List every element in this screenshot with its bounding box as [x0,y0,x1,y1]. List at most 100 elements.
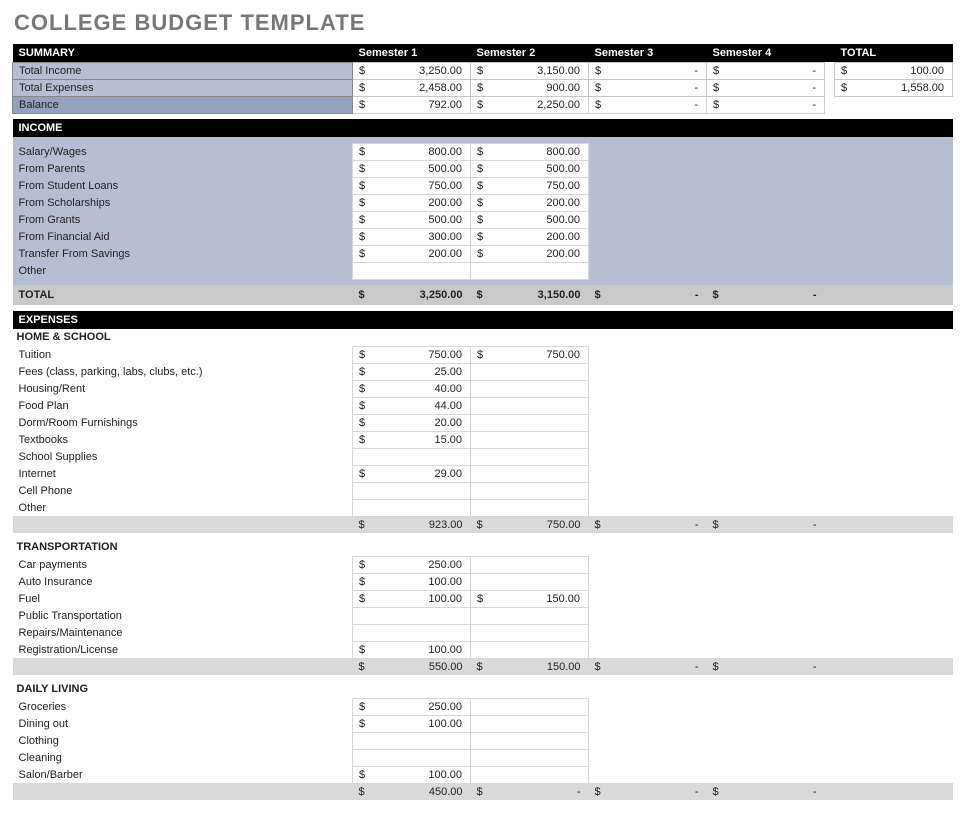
amount-cell[interactable] [353,732,471,749]
amount-cell[interactable]: $500.00 [471,211,589,228]
dollar-sign: $ [359,519,365,531]
amount-cell[interactable] [471,749,589,766]
amount-cell[interactable]: $3,150.00 [471,62,589,79]
amount-cell[interactable] [471,397,589,414]
amount-cell[interactable]: $- [707,658,825,675]
amount-cell[interactable]: $100.00 [835,62,953,79]
amount-cell[interactable]: $250.00 [353,556,471,573]
amount-cell[interactable]: $- [589,79,707,96]
amount-cell[interactable] [471,556,589,573]
amount-cell[interactable]: $- [589,62,707,79]
amount-cell[interactable]: $100.00 [353,590,471,607]
amount-cell[interactable]: $550.00 [353,658,471,675]
amount-cell[interactable] [471,262,589,279]
amount-cell[interactable]: $800.00 [353,143,471,160]
summary-row: Total Expenses$2,458.00$900.00$-$-$1,558… [13,79,953,96]
amount-cell[interactable] [471,363,589,380]
amount-cell[interactable]: $923.00 [353,516,471,533]
amount-cell[interactable] [471,624,589,641]
amount-cell[interactable]: $1,558.00 [835,79,953,96]
amount-cell[interactable] [353,262,471,279]
income-row: From Parents$500.00$500.00 [13,160,953,177]
amount-cell[interactable]: $15.00 [353,431,471,448]
amount-cell[interactable]: $750.00 [471,516,589,533]
amount-cell[interactable]: $800.00 [471,143,589,160]
amount-cell[interactable]: $150.00 [471,658,589,675]
amount-cell[interactable]: $200.00 [471,194,589,211]
amount-cell[interactable]: $3,150.00 [471,285,589,305]
amount-cell[interactable]: $- [589,516,707,533]
amount-cell[interactable]: $750.00 [471,177,589,194]
amount-cell[interactable]: $- [589,285,707,305]
amount-cell[interactable] [471,573,589,590]
dollar-sign: $ [359,576,365,588]
amount-cell[interactable] [471,414,589,431]
amount-cell[interactable]: $25.00 [353,363,471,380]
amount-cell[interactable]: $- [707,783,825,800]
amount-cell[interactable]: $750.00 [353,177,471,194]
amount-cell[interactable]: $200.00 [353,194,471,211]
amount-cell[interactable]: $- [471,783,589,800]
expense-row: Repairs/Maintenance [13,624,953,641]
amount-cell[interactable]: $300.00 [353,228,471,245]
amount-cell[interactable] [471,732,589,749]
amount-cell[interactable]: $- [589,658,707,675]
amount-cell[interactable]: $3,250.00 [353,285,471,305]
amount-cell[interactable] [353,482,471,499]
dollar-sign: $ [595,661,601,673]
amount-cell[interactable]: $- [707,96,825,113]
amount-cell[interactable] [353,624,471,641]
amount-cell[interactable] [471,641,589,658]
amount-cell[interactable]: $100.00 [353,715,471,732]
amount-cell[interactable] [471,499,589,516]
amount-cell[interactable]: $- [589,783,707,800]
amount-cell[interactable]: $750.00 [353,346,471,363]
amount-cell[interactable]: $44.00 [353,397,471,414]
amount-cell[interactable]: $150.00 [471,590,589,607]
amount-cell[interactable] [835,96,953,113]
amount-cell[interactable]: $100.00 [353,766,471,783]
amount-cell[interactable]: $500.00 [471,160,589,177]
amount-cell[interactable]: $200.00 [353,245,471,262]
expense-row: Food Plan$44.00 [13,397,953,414]
amount-cell[interactable]: $500.00 [353,160,471,177]
amount-cell[interactable]: $900.00 [471,79,589,96]
amount-cell[interactable]: $500.00 [353,211,471,228]
amount-cell[interactable]: $100.00 [353,641,471,658]
amount-cell[interactable] [471,448,589,465]
amount-cell[interactable]: $- [707,285,825,305]
amount-cell[interactable]: $750.00 [471,346,589,363]
amount-cell[interactable] [471,431,589,448]
amount-cell[interactable]: $2,250.00 [471,96,589,113]
amount-cell[interactable] [353,499,471,516]
amount-cell[interactable]: $250.00 [353,698,471,715]
amount-cell[interactable]: $100.00 [353,573,471,590]
expense-row-label: Repairs/Maintenance [13,624,353,641]
amount-cell[interactable] [471,698,589,715]
amount-cell[interactable] [353,749,471,766]
expense-row-label: Fuel [13,590,353,607]
amount-cell[interactable] [471,766,589,783]
amount-cell[interactable]: $40.00 [353,380,471,397]
amount-cell[interactable]: $- [589,96,707,113]
amount-cell[interactable]: $200.00 [471,245,589,262]
amount-cell[interactable] [353,448,471,465]
amount-cell[interactable] [471,380,589,397]
amount-cell[interactable] [471,715,589,732]
amount-cell[interactable] [471,607,589,624]
amount-cell[interactable] [471,465,589,482]
amount-cell[interactable] [353,607,471,624]
amount-cell[interactable]: $20.00 [353,414,471,431]
dollar-sign: $ [595,99,601,111]
amount-cell[interactable]: $450.00 [353,783,471,800]
amount-cell[interactable]: $- [707,62,825,79]
amount-cell[interactable]: $29.00 [353,465,471,482]
amount-cell[interactable]: $792.00 [353,96,471,113]
amount-cell[interactable]: $- [707,79,825,96]
amount-cell[interactable]: $200.00 [471,228,589,245]
expense-row-label: Car payments [13,556,353,573]
amount-cell[interactable]: $2,458.00 [353,79,471,96]
amount-cell[interactable] [471,482,589,499]
amount-cell[interactable]: $- [707,516,825,533]
amount-cell[interactable]: $3,250.00 [353,62,471,79]
